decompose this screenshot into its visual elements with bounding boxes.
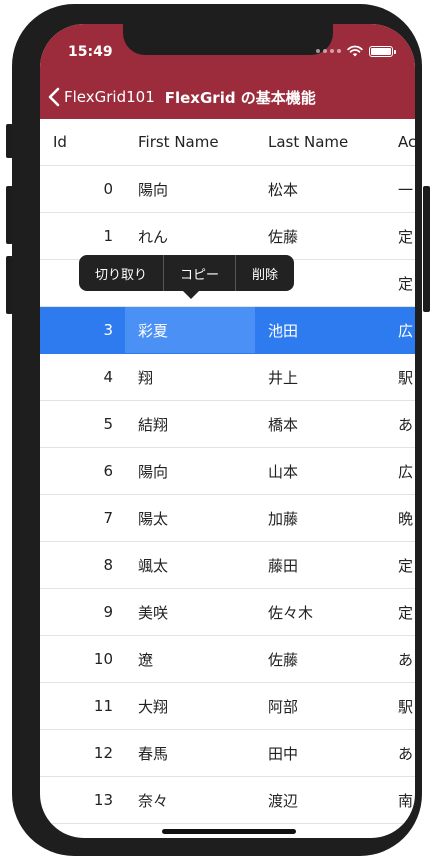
context-menu: 切り取り コピー 削除	[79, 255, 295, 291]
cell-last-name[interactable]: 橋本	[255, 401, 385, 447]
cell-id[interactable]: 4	[40, 354, 125, 400]
cell-address[interactable]: あ	[385, 730, 415, 776]
cell-id[interactable]: 5	[40, 401, 125, 447]
notch	[123, 24, 333, 55]
cell-first-name[interactable]: れん	[125, 213, 255, 259]
back-button[interactable]: FlexGrid101	[48, 87, 155, 107]
table-row[interactable]: 3 彩夏 池田広	[40, 307, 415, 354]
cell-address[interactable]: 定	[385, 260, 415, 306]
app-header: 15:49 FlexGrid101 FlexGrid の基本機能	[40, 24, 415, 119]
signal-dots-icon	[316, 49, 341, 53]
flex-grid: Id First Name Last Name Ac 0陽向松本一1れん佐藤定2…	[40, 119, 415, 838]
table-row[interactable]: 12 春馬 田中あ	[40, 730, 415, 777]
cell-first-name[interactable]: 颯太	[125, 542, 255, 588]
cut-menu-item[interactable]: 切り取り	[79, 255, 163, 291]
cell-first-name[interactable]: 春馬	[125, 730, 255, 776]
table-row[interactable]: 8 颯太 藤田定	[40, 542, 415, 589]
cell-last-name[interactable]: 田中	[255, 730, 385, 776]
screen: 15:49 FlexGrid101 FlexGrid の基本機能 Id Firs…	[40, 24, 415, 838]
cell-id[interactable]: 12	[40, 730, 125, 776]
cell-first-name[interactable]: 遼	[125, 636, 255, 682]
cell-last-name[interactable]: 井上	[255, 354, 385, 400]
cell-address[interactable]: 南	[385, 777, 415, 823]
cell-last-name[interactable]: 佐々木	[255, 589, 385, 635]
cell-address[interactable]: 定	[385, 589, 415, 635]
column-header-address[interactable]: Ac	[385, 119, 415, 165]
status-time: 15:49	[68, 44, 113, 60]
phone-frame: 15:49 FlexGrid101 FlexGrid の基本機能 Id Firs…	[12, 4, 422, 856]
back-button-label: FlexGrid101	[64, 88, 155, 106]
table-row[interactable]: 9 美咲 佐々木定	[40, 589, 415, 636]
cell-first-name[interactable]: 陽向	[125, 166, 255, 212]
cell-first-name[interactable]: 大翔	[125, 683, 255, 729]
cell-last-name[interactable]: 池田	[255, 307, 385, 353]
cell-last-name[interactable]: 阿部	[255, 683, 385, 729]
cell-id[interactable]: 3	[40, 307, 125, 353]
cell-first-name[interactable]: 結翔	[125, 401, 255, 447]
power-button	[423, 186, 430, 312]
home-indicator[interactable]	[162, 829, 296, 834]
cell-first-name[interactable]: 陽太	[125, 495, 255, 541]
cell-id[interactable]: 11	[40, 683, 125, 729]
cell-last-name[interactable]: 山本	[255, 448, 385, 494]
cell-address[interactable]: 駅	[385, 354, 415, 400]
context-menu-arrow	[183, 291, 199, 299]
cell-id[interactable]: 13	[40, 777, 125, 823]
table-row[interactable]: 0 陽向 松本一	[40, 166, 415, 213]
table-row[interactable]: 5 結翔 橋本あ	[40, 401, 415, 448]
cell-id[interactable]: 8	[40, 542, 125, 588]
cell-address[interactable]: 定	[385, 213, 415, 259]
column-header-last-name[interactable]: Last Name	[255, 119, 385, 165]
cell-id[interactable]: 1	[40, 213, 125, 259]
cell-last-name[interactable]: 佐藤	[255, 213, 385, 259]
table-row[interactable]: 11 大翔 阿部駅	[40, 683, 415, 730]
cell-first-name[interactable]: 奈々	[125, 777, 255, 823]
copy-menu-item[interactable]: コピー	[164, 255, 235, 291]
cell-last-name[interactable]: 渡辺	[255, 777, 385, 823]
cell-address[interactable]: あ	[385, 636, 415, 682]
grid-header-row: Id First Name Last Name Ac	[40, 119, 415, 166]
delete-menu-item[interactable]: 削除	[236, 255, 294, 291]
table-row[interactable]: 7 陽太 加藤晩	[40, 495, 415, 542]
cell-id[interactable]: 7	[40, 495, 125, 541]
cell-address[interactable]: 駅	[385, 683, 415, 729]
page-title: FlexGrid の基本機能	[164, 88, 316, 107]
cell-id[interactable]: 6	[40, 448, 125, 494]
cell-first-name[interactable]: 彩夏	[125, 307, 255, 353]
column-header-first-name[interactable]: First Name	[125, 119, 255, 165]
cell-address[interactable]: 一	[385, 166, 415, 212]
cell-address[interactable]: 晩	[385, 495, 415, 541]
column-header-id[interactable]: Id	[40, 119, 125, 165]
cell-id[interactable]: 0	[40, 166, 125, 212]
cell-address[interactable]: 広	[385, 307, 415, 353]
table-row[interactable]: 1 れん 佐藤定	[40, 213, 415, 260]
cell-id[interactable]: 9	[40, 589, 125, 635]
table-row[interactable]: 4 翔井上駅	[40, 354, 415, 401]
cell-address[interactable]: あ	[385, 401, 415, 447]
cell-id[interactable]: 10	[40, 636, 125, 682]
cell-last-name[interactable]: 藤田	[255, 542, 385, 588]
wifi-icon	[347, 45, 363, 57]
table-row[interactable]: 13 奈々 渡辺南	[40, 777, 415, 824]
cell-first-name[interactable]: 翔	[125, 354, 255, 400]
table-row[interactable]: 6 陽向 山本広	[40, 448, 415, 495]
cell-first-name[interactable]: 陽向	[125, 448, 255, 494]
cell-last-name[interactable]: 松本	[255, 166, 385, 212]
cell-address[interactable]: 定	[385, 542, 415, 588]
cell-last-name[interactable]: 加藤	[255, 495, 385, 541]
table-row[interactable]: 10 遼佐藤あ	[40, 636, 415, 683]
cell-last-name[interactable]: 佐藤	[255, 636, 385, 682]
cell-address[interactable]: 広	[385, 448, 415, 494]
battery-icon	[369, 45, 396, 57]
cell-first-name[interactable]: 美咲	[125, 589, 255, 635]
chevron-left-icon	[48, 87, 60, 107]
navigation-bar: FlexGrid101 FlexGrid の基本機能	[48, 85, 316, 109]
status-icons	[316, 45, 396, 57]
